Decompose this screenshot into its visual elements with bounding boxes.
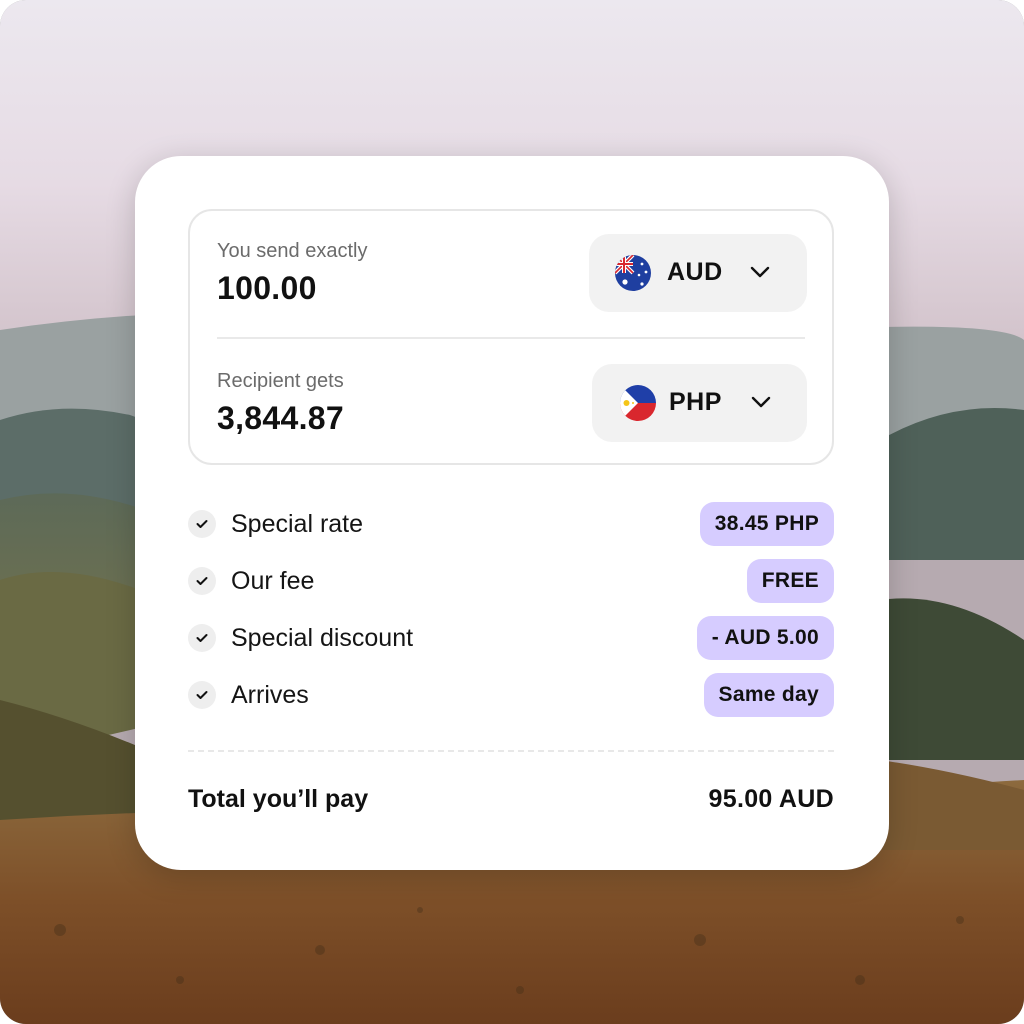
detail-label: Arrives xyxy=(231,681,309,709)
transfer-quote-card: You send exactly 100.00 AUD Recipient ge… xyxy=(135,156,889,870)
list-item: Special rate 38.45 PHP xyxy=(188,502,834,546)
total-divider xyxy=(188,750,834,752)
total-value: 95.00 AUD xyxy=(708,785,834,813)
send-amount-row: You send exactly 100.00 AUD xyxy=(190,211,832,339)
receive-currency-code: PHP xyxy=(669,388,722,416)
list-item: Our fee FREE xyxy=(188,559,834,603)
australia-flag-icon xyxy=(615,255,651,291)
detail-value-badge: Same day xyxy=(703,673,834,717)
send-amount-input[interactable]: 100.00 xyxy=(217,270,317,307)
checkmark-icon xyxy=(188,510,216,538)
checkmark-icon xyxy=(188,624,216,652)
checkmark-icon xyxy=(188,681,216,709)
detail-label: Our fee xyxy=(231,567,315,595)
send-label: You send exactly xyxy=(217,240,368,262)
philippines-flag-icon xyxy=(620,385,656,421)
detail-value-badge: - AUD 5.00 xyxy=(696,616,834,660)
list-item: Arrives Same day xyxy=(188,673,834,717)
receive-amount-input[interactable]: 3,844.87 xyxy=(217,400,344,437)
screen-frame: You send exactly 100.00 AUD Recipient ge… xyxy=(0,0,1024,1024)
chevron-down-icon xyxy=(751,396,771,408)
receive-amount-row: Recipient gets 3,844.87 PHP xyxy=(190,339,832,467)
detail-value-badge: FREE xyxy=(746,559,834,603)
detail-label: Special discount xyxy=(231,624,414,652)
checkmark-icon xyxy=(188,567,216,595)
send-currency-selector[interactable]: AUD xyxy=(589,234,807,312)
detail-label: Special rate xyxy=(231,510,364,538)
total-label: Total you’ll pay xyxy=(188,785,369,813)
list-item: Special discount - AUD 5.00 xyxy=(188,616,834,660)
receive-currency-selector[interactable]: PHP xyxy=(592,364,807,442)
send-currency-code: AUD xyxy=(667,258,723,286)
currency-converter: You send exactly 100.00 AUD Recipient ge… xyxy=(188,209,834,465)
detail-value-badge: 38.45 PHP xyxy=(699,502,834,546)
receive-label: Recipient gets xyxy=(217,370,344,392)
chevron-down-icon xyxy=(750,266,770,278)
